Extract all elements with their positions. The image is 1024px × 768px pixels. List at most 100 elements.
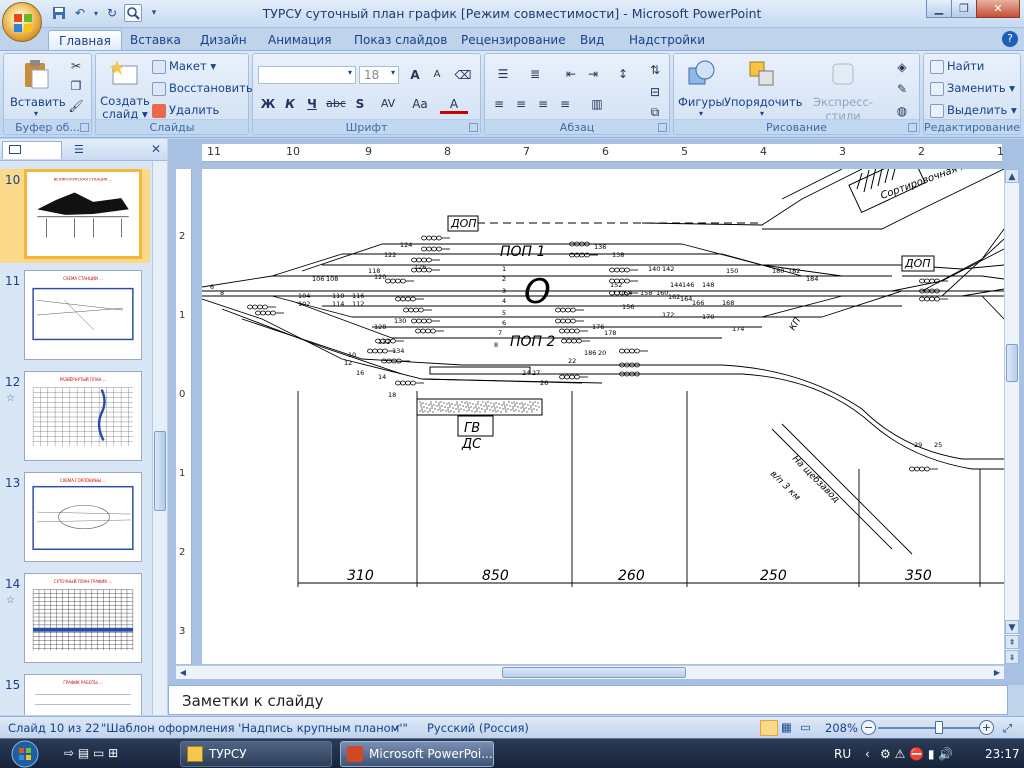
slide-thumbnail[interactable]: 10 ВЕЛИКОЛУКСКАЯ СТАНЦИЯ ... <box>0 169 150 263</box>
notes-pane[interactable]: Заметки к слайду <box>168 685 1008 715</box>
slide-horizontal-scrollbar[interactable]: ◀ ▶ <box>176 665 1004 679</box>
shadow-button[interactable]: S <box>350 94 370 114</box>
taskbar-item-tursu[interactable]: ТУРСУ <box>180 741 332 767</box>
copy-icon[interactable]: ❐ <box>66 76 86 96</box>
shrink-font-button[interactable]: A <box>427 65 447 85</box>
grow-font-button[interactable]: A <box>405 65 425 85</box>
slide-thumbnail[interactable]: 12 ☆ РАЗВЁРНУТЫЙ ПЛАН ... <box>0 371 150 465</box>
align-text-icon[interactable]: ⊟ <box>645 82 665 102</box>
slide-vertical-scrollbar[interactable]: ▲ ▼ ⇞ ⇟ <box>1004 169 1019 664</box>
tab-slideshow[interactable]: Показ слайдов <box>344 30 457 50</box>
clear-formatting-icon[interactable]: ⌫ <box>453 65 473 85</box>
next-slide-icon[interactable]: ⇟ <box>1005 650 1019 664</box>
text-direction-icon[interactable]: ⇅ <box>645 60 665 80</box>
slide-thumbnail[interactable]: 11 СХЕМА СТАНЦИИ ... <box>0 270 150 364</box>
zoom-slider-knob[interactable] <box>935 721 943 734</box>
clipboard-launcher-icon[interactable] <box>80 123 89 132</box>
tab-view[interactable]: Вид <box>570 30 614 50</box>
arrange-button[interactable]: Упорядочить ▾ <box>724 58 803 118</box>
tab-design[interactable]: Дизайн <box>190 30 257 50</box>
shape-fill-icon[interactable]: ◈ <box>888 57 916 77</box>
decrease-indent-icon[interactable]: ⇤ <box>561 64 581 84</box>
delete-slide-button[interactable]: Удалить <box>152 101 219 119</box>
office-button[interactable] <box>2 2 42 42</box>
station-track-diagram[interactable]: 122124126106 1081041021101141161121181201… <box>202 169 1004 664</box>
align-left-icon[interactable]: ≡ <box>489 94 509 114</box>
zoom-slider[interactable] <box>878 727 984 729</box>
scroll-up-icon[interactable]: ▲ <box>1005 169 1019 183</box>
previous-slide-icon[interactable]: ⇞ <box>1005 635 1019 649</box>
taskbar-item-powerpoint[interactable]: Microsoft PowerPoi... <box>340 741 494 767</box>
line-spacing-icon[interactable]: ↕ <box>609 64 637 84</box>
slide-canvas[interactable]: 122 124 126 106 108 104 102 110 114 116 112 118 120 1… <box>202 169 1004 664</box>
input-language[interactable]: RU <box>834 747 851 761</box>
tab-insert[interactable]: Вставка <box>120 30 191 50</box>
close-button[interactable]: ✕ <box>976 0 1020 18</box>
new-slide-button[interactable]: Создать слайд ▾ <box>99 58 151 121</box>
slide-thumbnail[interactable]: 13 СХЕМА ГОРЛОВИНЫ ... <box>0 472 150 566</box>
italic-button[interactable]: К <box>280 94 300 114</box>
strikethrough-button[interactable]: abc <box>324 94 348 114</box>
slide-thumbnail-frame[interactable]: ГРАФИК РАБОТЫ ... <box>24 674 142 715</box>
tab-review[interactable]: Рецензирование <box>451 30 576 50</box>
paragraph-launcher-icon[interactable] <box>658 123 667 132</box>
help-icon[interactable]: ? <box>1002 31 1018 47</box>
tab-addins[interactable]: Надстройки <box>619 30 715 50</box>
tab-animation[interactable]: Анимация <box>258 30 341 50</box>
slideshow-icon[interactable]: ▭ <box>800 720 816 736</box>
slide-thumbnail-frame[interactable]: СХЕМА ГОРЛОВИНЫ ... <box>24 472 142 562</box>
fit-to-window-icon[interactable]: ⤢ <box>1003 721 1012 736</box>
slide-sorter-icon[interactable]: ▦ <box>781 720 797 736</box>
select-button[interactable]: Выделить ▾ <box>930 101 1017 119</box>
bullets-icon[interactable]: ☰ <box>489 64 517 84</box>
format-painter-icon[interactable]: 🖌 <box>66 96 86 116</box>
shape-outline-icon[interactable]: ✎ <box>888 79 916 99</box>
layout-button[interactable]: Макет ▾ <box>152 57 216 75</box>
change-case-button[interactable]: Aa <box>406 94 434 114</box>
tab-home[interactable]: Главная <box>48 30 122 50</box>
animation-star-icon[interactable]: ☆ <box>6 393 15 404</box>
show-hidden-icons-icon[interactable]: ‹ <box>865 747 870 761</box>
underline-button[interactable]: Ч <box>302 94 322 114</box>
reset-button[interactable]: Восстановить <box>152 79 253 97</box>
font-size-combo[interactable]: 18 ▾ <box>359 66 399 84</box>
start-button-icon[interactable] <box>6 740 44 768</box>
slide-thumbnail[interactable]: 15 ГРАФИК РАБОТЫ ... <box>0 674 150 715</box>
tab-outline[interactable]: ☰ <box>66 141 126 159</box>
maximize-button[interactable]: ❐ <box>951 0 977 18</box>
increase-indent-icon[interactable]: ⇥ <box>583 64 603 84</box>
slide-thumbnail-frame[interactable]: РАЗВЁРНУТЫЙ ПЛАН ... <box>24 371 142 461</box>
scroll-down-icon[interactable]: ▼ <box>1005 620 1019 634</box>
close-pane-icon[interactable]: ✕ <box>151 142 161 156</box>
scroll-right-icon[interactable]: ▶ <box>990 666 1004 679</box>
spellcheck-icon[interactable]: ✓ <box>392 721 402 735</box>
bold-button[interactable]: Ж <box>258 94 278 114</box>
horizontal-scroll-thumb[interactable] <box>502 667 686 678</box>
theme-name[interactable]: "Шаблон оформления 'Надпись крупным план… <box>101 721 408 735</box>
slide-thumbnail-frame[interactable]: ВЕЛИКОЛУКСКАЯ СТАНЦИЯ ... <box>24 169 142 259</box>
columns-icon[interactable]: ▥ <box>583 94 611 114</box>
tab-slides-thumbnails[interactable] <box>2 141 62 159</box>
paste-button[interactable]: Вставить ▾ <box>10 58 66 118</box>
clock[interactable]: 23:17 <box>985 747 1020 761</box>
zoom-in-icon[interactable]: + <box>979 720 994 735</box>
font-name-combo[interactable]: ▾ <box>258 66 356 84</box>
replace-button[interactable]: Заменить ▾ <box>930 79 1015 97</box>
shape-effects-icon[interactable]: ◍ <box>888 101 916 121</box>
minimize-button[interactable]: ▁ <box>926 0 952 18</box>
animation-star-icon[interactable]: ☆ <box>6 595 15 606</box>
slides-pane-scrollbar[interactable] <box>152 161 167 715</box>
zoom-out-icon[interactable]: − <box>861 720 876 735</box>
zoom-level[interactable]: 208% <box>825 721 858 735</box>
language-indicator[interactable]: Русский (Россия) <box>427 721 529 735</box>
justify-icon[interactable]: ≡ <box>555 94 575 114</box>
slide-thumbnail-frame[interactable]: СУТОЧНЫЙ ПЛАН-ГРАФИК ... <box>24 573 142 663</box>
slide-thumbnail-frame[interactable]: СХЕМА СТАНЦИИ ... <box>24 270 142 360</box>
quicklaunch-icons[interactable]: ⇨ ▤ ▭ ⊞ <box>64 746 118 760</box>
char-spacing-button[interactable]: AV <box>374 94 402 114</box>
shapes-button[interactable]: Фигуры ▾ <box>678 58 725 118</box>
vertical-scroll-thumb[interactable] <box>1006 344 1018 382</box>
drawing-launcher-icon[interactable] <box>908 123 917 132</box>
slide-thumbnail[interactable]: 14 ☆ СУТОЧНЫЙ ПЛАН-ГРАФИК ... <box>0 573 150 667</box>
font-launcher-icon[interactable] <box>469 123 478 132</box>
